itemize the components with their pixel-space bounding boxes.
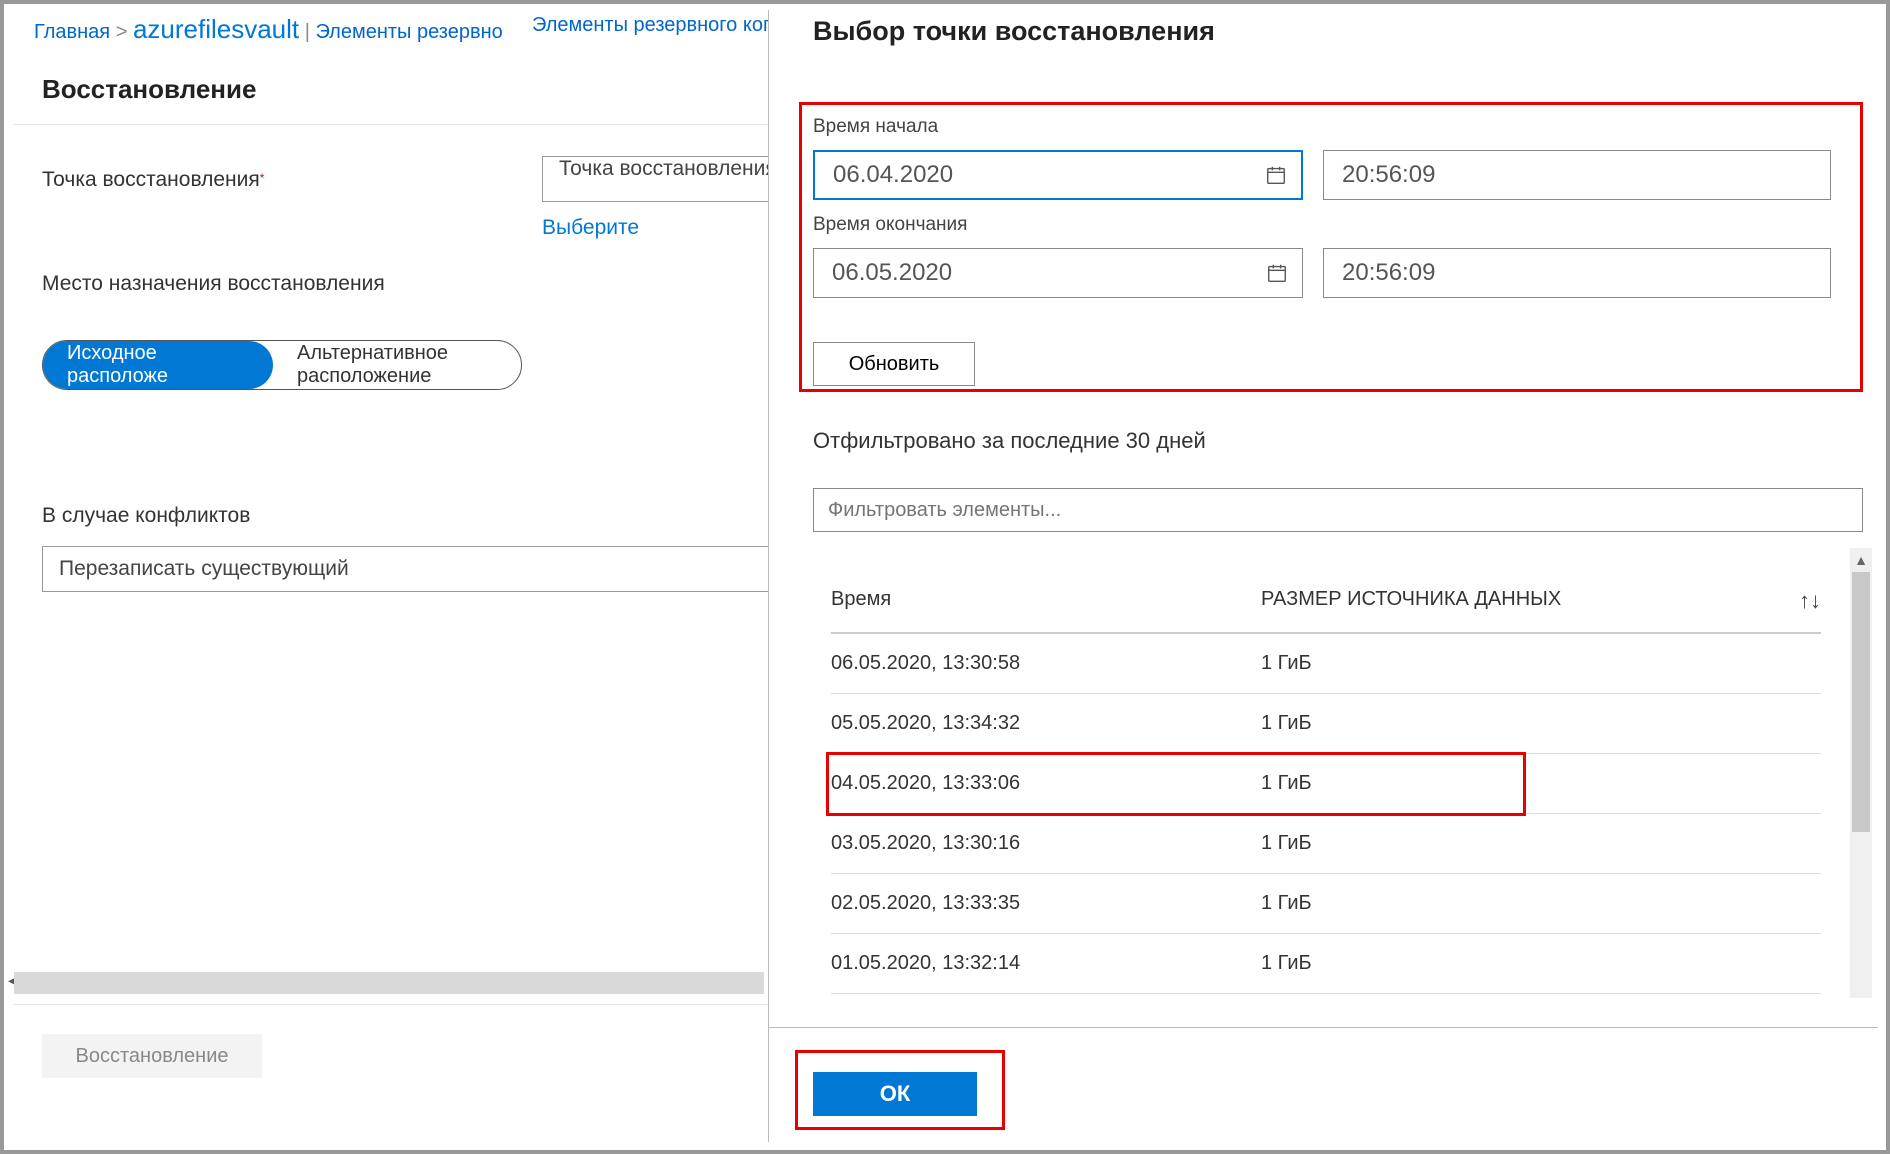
cell-time: 06.05.2020, 13:30:58 <box>831 652 1261 675</box>
breadcrumb: Главная > azurefilesvault | Элементы рез… <box>34 14 503 45</box>
table-header: Время РАЗМЕР ИСТОЧНИКА ДАННЫХ ↑↓ <box>831 570 1821 634</box>
filter-summary: Отфильтровано за последние 30 дней <box>813 428 1206 454</box>
cell-size: 1 ГиБ <box>1261 652 1821 675</box>
table-row[interactable]: 06.05.2020, 13:30:581 ГиБ <box>831 634 1821 694</box>
calendar-icon[interactable] <box>1266 262 1288 284</box>
cell-time: 05.05.2020, 13:34:32 <box>831 712 1261 735</box>
breadcrumb-vault[interactable]: azurefilesvault <box>133 14 299 44</box>
restore-button: Восстановление <box>42 1034 262 1078</box>
start-time-label: Время начала <box>813 116 938 138</box>
cell-size: 1 ГиБ <box>1261 772 1821 795</box>
sort-icon[interactable]: ↑↓ <box>1799 588 1821 614</box>
vscroll-thumb[interactable] <box>1852 572 1870 832</box>
col-size[interactable]: РАЗМЕР ИСТОЧНИКА ДАННЫХ <box>1261 588 1799 614</box>
pill-alternate-location[interactable]: Альтернативное расположение <box>273 341 521 389</box>
table-row[interactable]: 01.05.2020, 13:32:141 ГиБ <box>831 934 1821 994</box>
select-link[interactable]: Выберите <box>542 216 639 240</box>
table-row[interactable]: 02.05.2020, 13:33:351 ГиБ <box>831 874 1821 934</box>
restore-points-table: Время РАЗМЕР ИСТОЧНИКА ДАННЫХ ↑↓ 06.05.2… <box>831 570 1821 994</box>
filter-input[interactable] <box>813 488 1863 532</box>
table-row[interactable]: 04.05.2020, 13:33:061 ГиБ <box>831 754 1821 814</box>
divider <box>769 1027 1878 1028</box>
cell-size: 1 ГиБ <box>1261 832 1821 855</box>
cell-size: 1 ГиБ <box>1261 892 1821 915</box>
restore-point-label: Точка восстановления* <box>42 168 264 192</box>
cell-time: 01.05.2020, 13:32:14 <box>831 952 1261 975</box>
table-row[interactable]: 05.05.2020, 13:34:321 ГиБ <box>831 694 1821 754</box>
vscroll-up-icon[interactable]: ▲ <box>1850 548 1872 572</box>
start-date-input[interactable]: 06.04.2020 <box>813 150 1303 200</box>
blade-title: Выбор точки восстановления <box>813 16 1215 47</box>
cell-time: 02.05.2020, 13:33:35 <box>831 892 1261 915</box>
end-time-input[interactable]: 20:56:09 <box>1323 248 1831 298</box>
cell-time: 03.05.2020, 13:30:16 <box>831 832 1261 855</box>
end-date-input[interactable]: 06.05.2020 <box>813 248 1303 298</box>
calendar-icon[interactable] <box>1265 164 1287 186</box>
col-time[interactable]: Время <box>831 588 1261 614</box>
conflicts-label: В случае конфликтов <box>42 504 250 528</box>
end-time-label: Время окончания <box>813 214 967 236</box>
restore-destination-label: Место назначения восстановления <box>42 272 385 296</box>
cell-size: 1 ГиБ <box>1261 952 1821 975</box>
destination-toggle: Исходное расположе Альтернативное распол… <box>42 340 522 390</box>
restore-point-blade: Выбор точки восстановления Время начала … <box>768 10 1878 1142</box>
cell-time: 04.05.2020, 13:33:06 <box>831 772 1261 795</box>
hscroll-track[interactable] <box>14 972 764 994</box>
refresh-button[interactable]: Обновить <box>813 342 975 386</box>
table-row[interactable]: 03.05.2020, 13:30:161 ГиБ <box>831 814 1821 874</box>
start-time-input[interactable]: 20:56:09 <box>1323 150 1831 200</box>
cell-size: 1 ГиБ <box>1261 712 1821 735</box>
breadcrumb-home[interactable]: Главная <box>34 21 110 43</box>
ok-button[interactable]: ОК <box>813 1072 977 1116</box>
page-title: Восстановление <box>42 74 256 105</box>
pill-original-location[interactable]: Исходное расположе <box>43 341 273 389</box>
vscroll-track[interactable]: ▲ <box>1850 548 1872 998</box>
breadcrumb-items-trunc[interactable]: Элементы резервно <box>315 21 502 43</box>
